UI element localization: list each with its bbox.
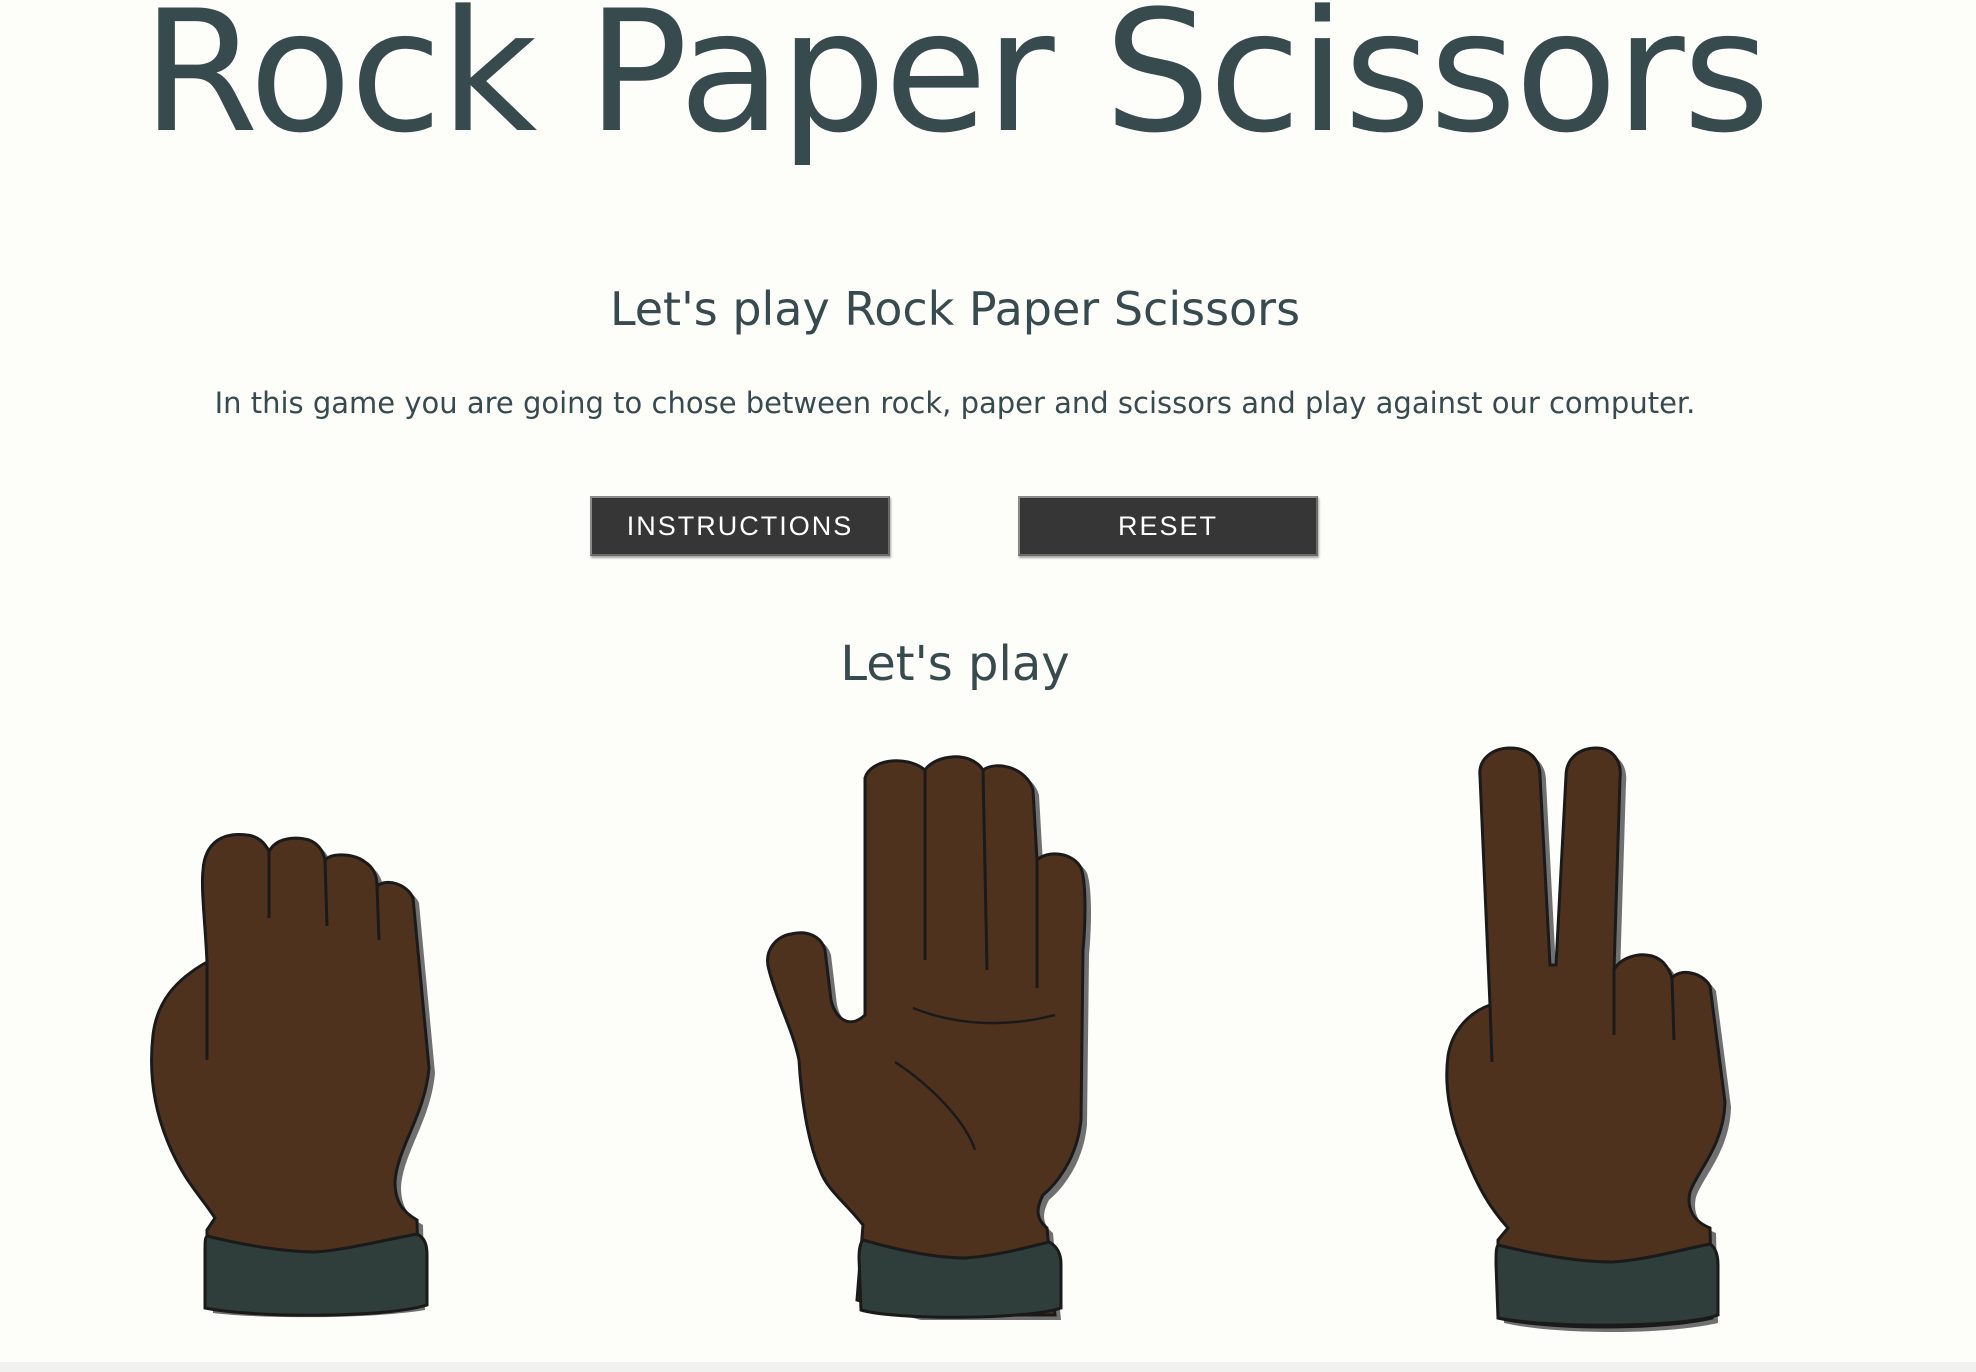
intro-heading: Let's play Rock Paper Scissors <box>609 282 1301 336</box>
control-buttons: INSTRUCTIONS RESET <box>0 496 1976 556</box>
instructions-button[interactable]: INSTRUCTIONS <box>590 496 890 556</box>
play-heading: Let's play <box>840 636 1070 692</box>
reset-button[interactable]: RESET <box>1018 496 1318 556</box>
paper-choice[interactable] <box>765 740 1125 1330</box>
paper-open-hand-icon <box>766 755 1091 1320</box>
page-bottom-band <box>0 1362 1976 1372</box>
scissors-choice[interactable] <box>1440 740 1760 1340</box>
rock-choice[interactable] <box>145 740 465 1320</box>
rock-fist-icon <box>150 832 435 1318</box>
intro-description: In this game you are going to chose betw… <box>214 386 1696 420</box>
page-title: Rock Paper Scissors <box>141 0 1770 170</box>
game-page: Rock Paper Scissors Let's play Rock Pape… <box>0 0 1976 1372</box>
scissors-two-fingers-icon <box>1445 746 1731 1332</box>
